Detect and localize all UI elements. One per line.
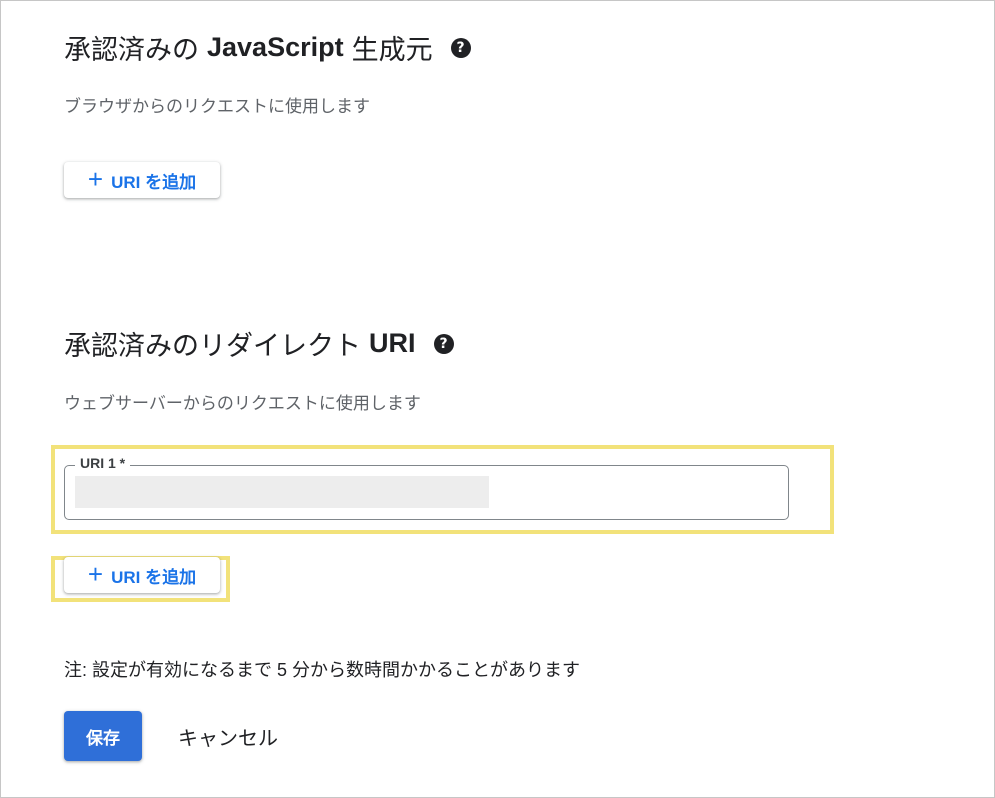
help-icon[interactable]: ? (450, 37, 471, 58)
add-js-origin-button[interactable]: + URI を追加 (64, 162, 220, 198)
js-origins-subtitle: ブラウザからのリクエストに使用します (64, 97, 370, 116)
plus-icon: + (87, 559, 104, 589)
help-icon[interactable]: ? (433, 333, 454, 354)
js-origins-title: 承認済みの JavaScript 生成元 ? (64, 28, 471, 67)
save-button[interactable]: 保存 (64, 711, 142, 761)
cancel-button[interactable]: キャンセル (166, 711, 290, 761)
uri-1-field-value[interactable] (75, 476, 489, 508)
js-origins-title-prefix: 承認済みの (64, 35, 199, 65)
uri-1-field-label: URI 1 * (75, 455, 131, 471)
redirect-uris-title-strong: URI (369, 328, 416, 358)
add-redirect-uri-label: URI を追加 (111, 567, 197, 587)
redirect-uris-subtitle: ウェブサーバーからのリクエストに使用します (64, 394, 421, 413)
redirect-uris-title-prefix: 承認済みのリダイレクト (64, 331, 361, 361)
uri-1-field[interactable]: URI 1 * (64, 455, 789, 520)
redirect-uris-title: 承認済みのリダイレクト URI ? (64, 324, 454, 363)
add-redirect-uri-button[interactable]: + URI を追加 (64, 557, 220, 593)
propagation-note: 注: 設定が有効になるまで 5 分から数時間かかることがあります (64, 660, 581, 680)
add-js-origin-label: URI を追加 (111, 172, 197, 192)
js-origins-title-suffix: 生成元 (351, 35, 433, 65)
js-origins-title-strong: JavaScript (207, 32, 344, 62)
plus-icon: + (87, 164, 104, 194)
